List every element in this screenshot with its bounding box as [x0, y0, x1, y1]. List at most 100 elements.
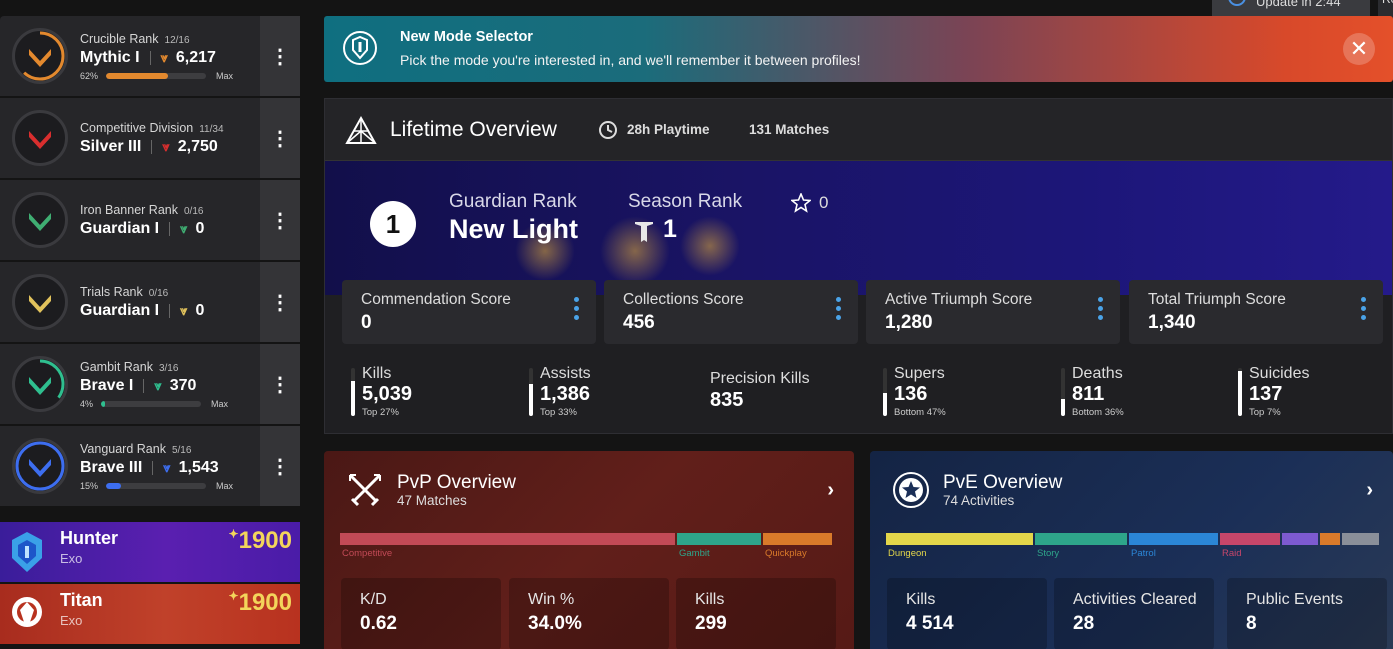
mode-label: Raid [1222, 548, 1242, 559]
stat-label: Kills [695, 591, 725, 608]
rank-progress-ring [29, 213, 51, 231]
rank-fraction: 3/16 [158, 362, 179, 374]
chevron-right-icon[interactable]: › [827, 479, 834, 502]
lifetime-overview: Lifetime Overview 28h Playtime 131 Match… [324, 98, 1393, 434]
mode-segment [1320, 533, 1340, 545]
rank-emblem-icon [12, 356, 68, 412]
banner-title: New Mode Selector [400, 29, 533, 45]
update-label: Update in 2:44 [1256, 0, 1341, 9]
character-light: ✦1900 [228, 589, 292, 616]
stat-label: Kills [906, 591, 936, 608]
lifetime-stat: Precision Kills 835 [699, 365, 859, 417]
stat-label: Public Events [1246, 591, 1343, 608]
guardian-rank-badge: 1 [370, 201, 416, 247]
rank-emblem-icon [12, 274, 68, 330]
stat-value: 811 [1072, 383, 1105, 405]
more-options-icon[interactable] [836, 297, 842, 323]
stat-value: 1,386 [540, 383, 591, 405]
rank-max-label: Max [216, 70, 234, 81]
more-options-button[interactable]: ⋮ [260, 180, 300, 260]
separator [149, 50, 151, 65]
rank-card[interactable]: Vanguard Rank 5/16 Brave III ⩔ 1,543 15% Max ⋮ [0, 426, 300, 506]
rank-progress-fill [101, 400, 106, 407]
rank-max-label: Max [216, 480, 234, 491]
rank-emblem-icon [12, 192, 68, 248]
rank-title-text: Iron Banner Rank [80, 202, 178, 217]
rank-value: 6,217 [175, 48, 216, 66]
stat-value: 4 514 [906, 613, 954, 634]
stat-percentile: Top 33% [540, 407, 577, 418]
character-card-hunter[interactable]: Hunter Exo ✦1900 [0, 522, 300, 582]
score-value: 1,280 [885, 312, 933, 333]
crossed-swords-icon [348, 473, 382, 507]
pvp-overview[interactable]: PvP Overview 47 Matches › Competitive Gam… [324, 451, 854, 649]
rank-progress-label: 62% [80, 70, 99, 81]
light-icon: ✦ [228, 527, 239, 541]
stat-percentile: Bottom 36% [1072, 407, 1124, 418]
stat-value: 137 [1249, 383, 1283, 405]
rank-fraction: 0/16 [148, 287, 169, 299]
refresh-icon [1228, 0, 1246, 6]
score-card: Commendation Score 0 [342, 280, 596, 344]
more-options-button[interactable]: ⋮ [260, 426, 300, 506]
close-icon[interactable]: ✕ [1343, 33, 1375, 65]
titan-class-icon [12, 597, 42, 627]
stat-label: Deaths [1072, 365, 1123, 382]
score-label: Collections Score [623, 291, 744, 308]
stat-label: Precision Kills [710, 370, 810, 387]
mode-segment [763, 533, 832, 545]
more-options-button[interactable]: ⋮ [260, 16, 300, 96]
pvp-subtitle: 47 Matches [397, 493, 467, 508]
rank-card[interactable]: Gambit Rank 3/16 Brave I ⩔ 370 4% Max ⋮ [0, 344, 300, 424]
rank-chevron-icon: ⩔ [154, 377, 162, 393]
rank-card[interactable]: Competitive Division 11/34 Silver III ⩔ 2,75… [0, 98, 300, 178]
rank-title-text: Crucible Rank [80, 31, 159, 46]
lifetime-title: Lifetime Overview [390, 118, 557, 141]
stat-percentile-bar [883, 368, 887, 416]
rank-tier: Guardian I [80, 301, 160, 319]
chevron-right-icon[interactable]: › [1366, 479, 1373, 502]
guardian-rank-label: Guardian Rank [449, 191, 577, 212]
rank-tier: Brave III [80, 458, 143, 476]
lifetime-stat: Supers 136 Bottom 47% [883, 365, 1043, 418]
more-options-icon[interactable] [1098, 297, 1104, 323]
more-options-button[interactable]: ⋮ [260, 262, 300, 342]
pve-mode-labels: Dungeon Story Patrol Raid [886, 548, 1383, 560]
mode-segment [1035, 533, 1127, 545]
rank-card[interactable]: Crucible Rank 12/16 Mythic I ⩔ 6,217 62% Max ⋮ [0, 16, 300, 96]
mode-segment [1342, 533, 1379, 545]
season-pass-icon [635, 222, 653, 242]
rank-card[interactable]: Iron Banner Rank 0/16 Guardian I ⩔ 0 ⋮ [0, 180, 300, 260]
character-name: Titan [60, 590, 103, 610]
rank-chevron-icon: ⩔ [162, 138, 170, 154]
hero-glow [680, 216, 740, 276]
stat-percentile: Top 27% [362, 407, 399, 418]
playtime: 28h Playtime [627, 122, 710, 137]
mode-segment [1282, 533, 1318, 545]
stat-label: Suicides [1249, 365, 1310, 382]
more-options-button[interactable]: ⋮ [260, 344, 300, 424]
app-root: Crucible Rank 12/16 Mythic I ⩔ 6,217 62% Max ⋮ C… [0, 0, 1393, 649]
stat-percentile-fill [351, 380, 355, 416]
more-options-button[interactable]: ⋮ [260, 98, 300, 178]
guardian-rank-value: New Light [449, 214, 578, 244]
rank-emblem-icon [12, 110, 68, 166]
pve-overview[interactable]: PvE Overview 74 Activities › Dungeon Stor… [870, 451, 1393, 649]
rank-title-text: Vanguard Rank [80, 441, 166, 456]
rank-tier: Silver III [80, 137, 142, 155]
pve-stat-card: Activities Cleared 28 [1054, 578, 1214, 649]
rank-card[interactable]: Trials Rank 0/16 Guardian I ⩔ 0 ⋮ [0, 262, 300, 342]
pyramid-icon [345, 115, 377, 144]
stat-label: Win % [528, 591, 575, 608]
rank-progress-fill [106, 72, 169, 79]
lifetime-header: Lifetime Overview 28h Playtime 131 Match… [325, 99, 1392, 161]
separator [169, 221, 171, 236]
character-card-titan[interactable]: Titan Exo ✦1900 [0, 584, 300, 644]
vanguard-emblem-icon [893, 472, 929, 508]
light-icon: ✦ [228, 589, 239, 603]
more-options-icon[interactable] [574, 297, 580, 323]
more-options-icon[interactable] [1361, 297, 1367, 323]
pve-subtitle: 74 Activities [943, 493, 1015, 508]
rank-progress-label: 15% [80, 480, 99, 491]
separator [152, 460, 154, 475]
